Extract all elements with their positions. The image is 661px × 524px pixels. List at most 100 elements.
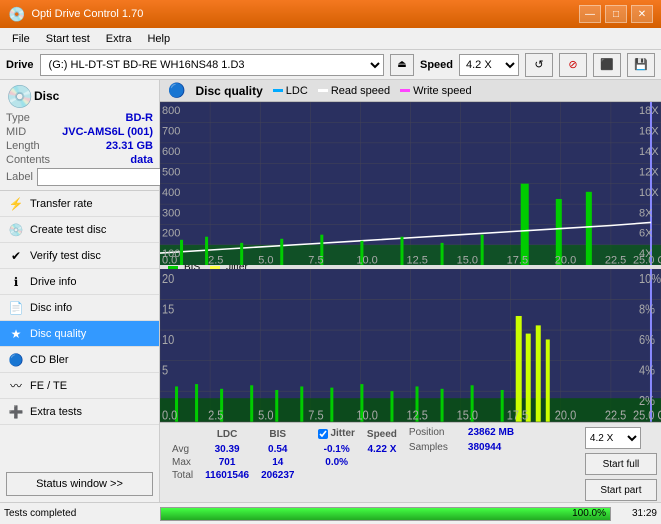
svg-text:15.0: 15.0: [457, 408, 479, 422]
disc-type-val: BD-R: [126, 112, 154, 124]
charts-area: 800 700 600 500 400 300 200 100 18X 16X …: [160, 102, 661, 422]
sidebar: 💿 Disc Type BD-R MID JVC-AMS6L (001) Len…: [0, 80, 160, 502]
extra-tests-icon: ➕: [8, 404, 24, 420]
svg-text:10%: 10%: [639, 272, 661, 287]
col-ldc-header: LDC: [199, 427, 255, 443]
speed-select[interactable]: 4.2 X: [459, 54, 519, 76]
sidebar-item-disc-info[interactable]: 📄 Disc info: [0, 295, 159, 321]
col-jitter-spacer: [300, 427, 312, 443]
svg-text:0.0: 0.0: [162, 254, 177, 265]
sidebar-item-transfer-rate[interactable]: ⚡ Transfer rate: [0, 191, 159, 217]
menu-help[interactable]: Help: [139, 31, 178, 47]
svg-text:10X: 10X: [639, 187, 659, 199]
svg-text:15.0: 15.0: [457, 254, 478, 265]
position-value: 23862 MB: [468, 427, 514, 438]
svg-text:2%: 2%: [639, 394, 655, 409]
fe-te-label: FE / TE: [30, 380, 67, 392]
svg-text:500: 500: [162, 166, 180, 178]
svg-text:8%: 8%: [639, 302, 655, 317]
erase-button[interactable]: ⊘: [559, 53, 587, 77]
svg-text:300: 300: [162, 207, 180, 219]
svg-text:4%: 4%: [639, 363, 655, 378]
max-ldc: 701: [199, 456, 255, 469]
sidebar-item-create-test-disc[interactable]: 💿 Create test disc: [0, 217, 159, 243]
progress-fill: [161, 508, 610, 520]
disc-contents-val: data: [130, 154, 153, 166]
save-button[interactable]: 💾: [627, 53, 655, 77]
start-part-button[interactable]: Start part: [585, 479, 657, 501]
disc-label: Disc: [34, 89, 59, 103]
samples-row: Samples 380944: [409, 442, 579, 453]
jitter-checkbox[interactable]: [318, 429, 328, 439]
close-button[interactable]: ✕: [631, 5, 653, 23]
format-button[interactable]: ⬛: [593, 53, 621, 77]
legend-ldc-dot: [273, 89, 283, 92]
disc-label-input[interactable]: [37, 168, 171, 186]
svg-text:10: 10: [162, 333, 175, 348]
col-bis-header: BIS: [255, 427, 300, 443]
disc-info-icon: 📄: [8, 300, 24, 316]
svg-text:22.5: 22.5: [605, 408, 627, 422]
svg-text:400: 400: [162, 187, 180, 199]
disc-mid-val: JVC-AMS6L (001): [62, 126, 153, 138]
sidebar-item-drive-info[interactable]: ℹ Drive info: [0, 269, 159, 295]
sidebar-item-fe-te[interactable]: 〰 FE / TE: [0, 373, 159, 399]
total-label: Total: [166, 469, 199, 482]
avg-speed: 4.22 X: [361, 443, 403, 456]
ldc-chart-svg: 800 700 600 500 400 300 200 100 18X 16X …: [160, 102, 661, 265]
svg-text:20.0: 20.0: [555, 254, 576, 265]
refresh-button[interactable]: ↺: [525, 53, 553, 77]
transfer-rate-label: Transfer rate: [30, 198, 93, 210]
ldc-chart: 800 700 600 500 400 300 200 100 18X 16X …: [160, 102, 661, 265]
disc-mid-key: MID: [6, 126, 26, 138]
svg-text:6X: 6X: [639, 228, 653, 240]
start-full-button[interactable]: Start full: [585, 453, 657, 475]
col-speed-header: Speed: [361, 427, 403, 443]
drive-info-icon: ℹ: [8, 274, 24, 290]
menu-start-test[interactable]: Start test: [38, 31, 98, 47]
sidebar-item-verify-test-disc[interactable]: ✔ Verify test disc: [0, 243, 159, 269]
disc-mid-row: MID JVC-AMS6L (001): [6, 126, 153, 138]
svg-text:700: 700: [162, 126, 180, 138]
status-text: Tests completed: [4, 508, 154, 519]
sidebar-item-disc-quality[interactable]: ★ Disc quality: [0, 321, 159, 347]
svg-text:5: 5: [162, 363, 168, 378]
eject-button[interactable]: ⏏: [390, 54, 414, 76]
create-test-disc-icon: 💿: [8, 222, 24, 238]
minimize-button[interactable]: —: [579, 5, 601, 23]
legend-read-speed-label: Read speed: [331, 85, 390, 97]
svg-text:0.0: 0.0: [162, 408, 178, 422]
svg-text:22.5: 22.5: [605, 254, 626, 265]
disc-contents-row: Contents data: [6, 154, 153, 166]
legend-read-speed: Read speed: [318, 85, 390, 97]
maximize-button[interactable]: □: [605, 5, 627, 23]
cd-bler-label: CD Bler: [30, 354, 69, 366]
sidebar-item-cd-bler[interactable]: 🔵 CD Bler: [0, 347, 159, 373]
menu-file[interactable]: File: [4, 31, 38, 47]
test-speed-select[interactable]: 4.2 X: [585, 427, 641, 449]
right-panel: 🔵 Disc quality LDC Read speed Write spee…: [160, 80, 661, 502]
fe-te-icon: 〰: [8, 378, 24, 394]
legend-write-speed-dot: [400, 89, 410, 92]
disc-type-key: Type: [6, 112, 30, 124]
stats-total-row: Total 11601546 206237: [166, 469, 403, 482]
svg-text:12.5: 12.5: [406, 408, 428, 422]
svg-text:25.0 GB: 25.0 GB: [633, 408, 661, 422]
status-window-button[interactable]: Status window >>: [6, 472, 153, 496]
disc-contents-key: Contents: [6, 154, 50, 166]
cd-bler-icon: 🔵: [8, 352, 24, 368]
disc-length-row: Length 23.31 GB: [6, 140, 153, 152]
svg-text:5.0: 5.0: [258, 408, 274, 422]
legend-write-speed-label: Write speed: [413, 85, 472, 97]
svg-text:600: 600: [162, 146, 180, 158]
transfer-rate-icon: ⚡: [8, 196, 24, 212]
sidebar-item-extra-tests[interactable]: ➕ Extra tests: [0, 399, 159, 425]
drive-select[interactable]: (G:) HL-DT-ST BD-RE WH16NS48 1.D3: [40, 54, 384, 76]
drive-label: Drive: [6, 59, 34, 71]
menu-extra[interactable]: Extra: [98, 31, 140, 47]
disc-header: 💿 Disc: [6, 84, 153, 108]
app-icon: 💿: [8, 6, 25, 23]
progress-bar: 100.0%: [160, 507, 611, 521]
bis-chart-svg: 20 15 10 5 10% 8% 6% 4% 2% 0.0 2.5 5.0 7…: [160, 269, 661, 422]
svg-text:15: 15: [162, 302, 175, 317]
